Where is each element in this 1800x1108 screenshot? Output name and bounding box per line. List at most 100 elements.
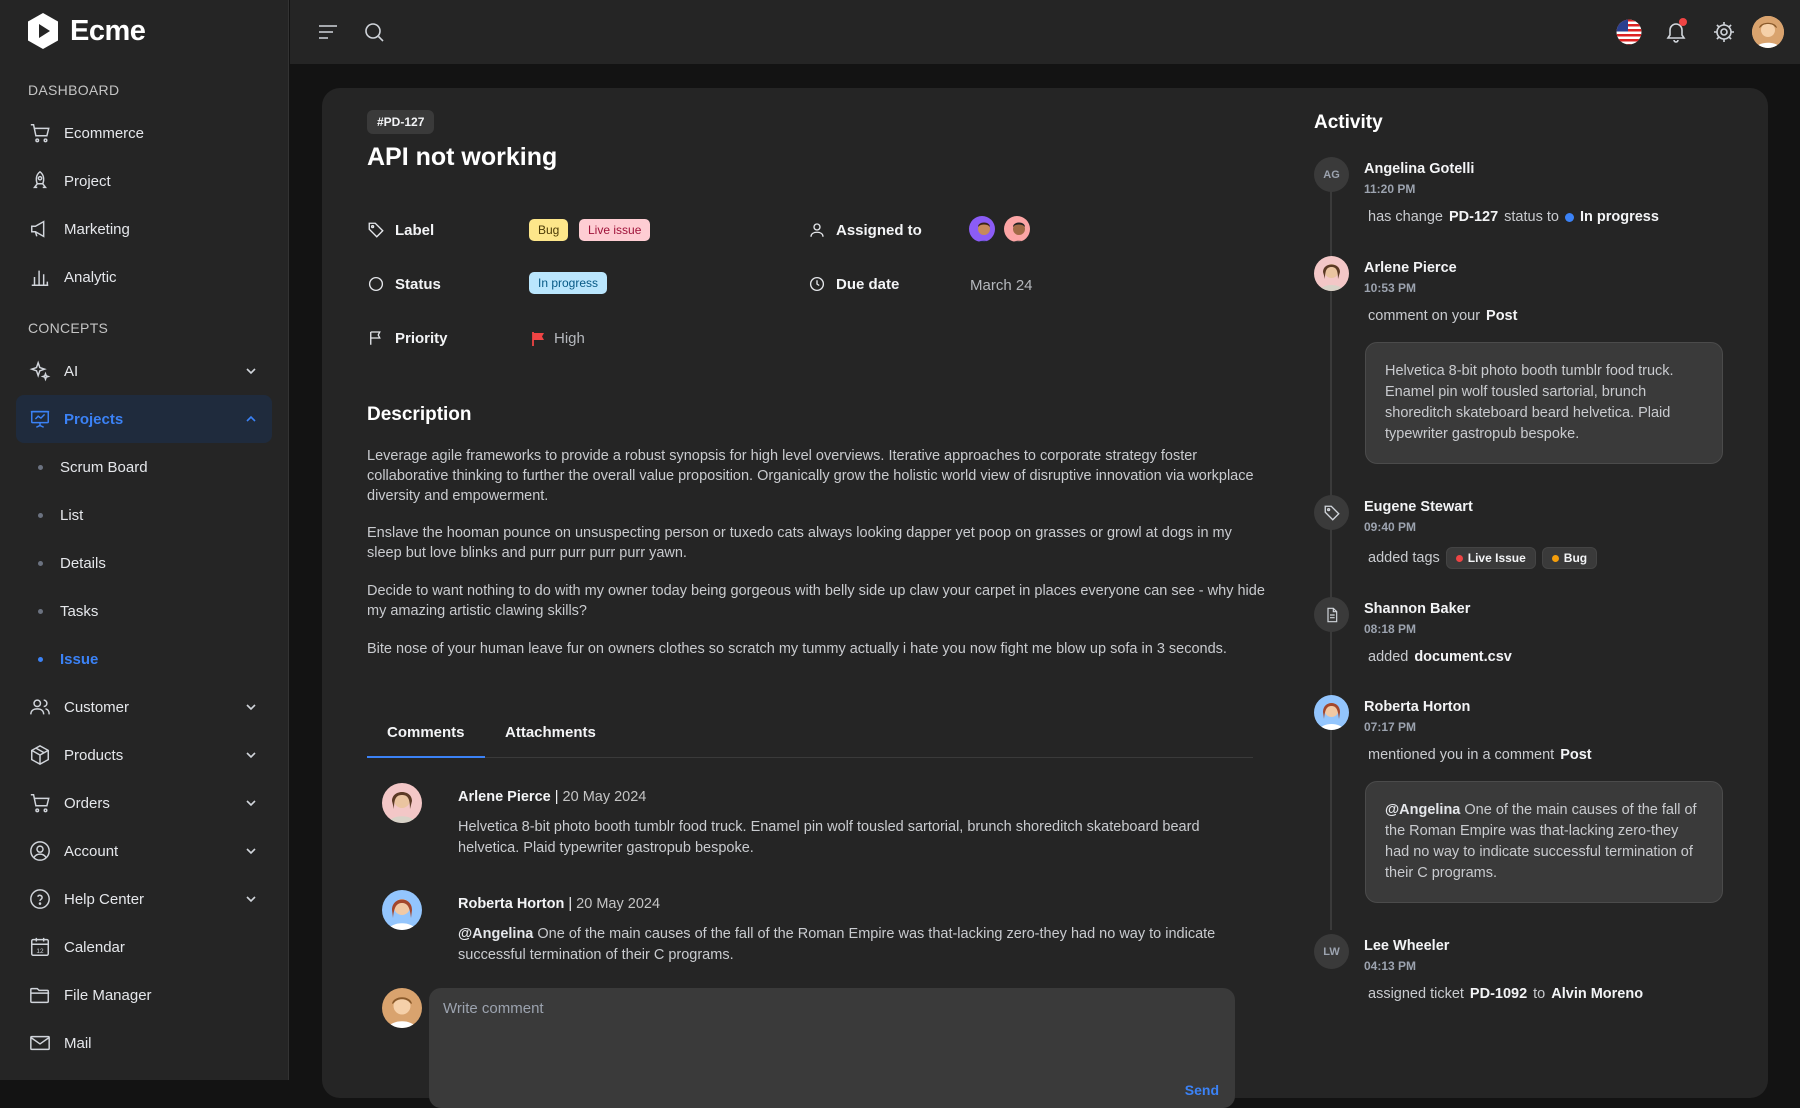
comment-placeholder: Write comment xyxy=(443,1000,544,1017)
activity-name[interactable]: Roberta Horton xyxy=(1364,699,1470,715)
comment-author[interactable]: Arlene Pierce xyxy=(458,789,551,805)
assignee-link[interactable]: Alvin Moreno xyxy=(1551,986,1643,1002)
activity-name[interactable]: Angelina Gotelli xyxy=(1364,161,1474,177)
assignee-avatar[interactable] xyxy=(967,214,997,244)
activity-text: added document.csv xyxy=(1368,649,1512,665)
label-title: Label xyxy=(395,221,435,239)
rocket-icon xyxy=(28,169,52,193)
sidebar-item-marketing[interactable]: Marketing xyxy=(16,205,272,253)
gear-icon[interactable] xyxy=(1712,20,1736,44)
chevron-down-icon xyxy=(246,848,256,855)
sidebar-item-label: Projects xyxy=(64,410,124,428)
sidebar-sub-label: Issue xyxy=(60,650,99,668)
sidebar-item-label: Analytic xyxy=(64,268,117,286)
sidebar: Ecme DASHBOARD Ecommerce Project Marketi… xyxy=(0,0,289,1080)
post-link[interactable]: Post xyxy=(1560,747,1591,763)
comment-input[interactable]: Write comment Send xyxy=(429,988,1235,1108)
ticket-link[interactable]: PD-1092 xyxy=(1470,986,1527,1002)
sidebar-item-file-manager[interactable]: File Manager xyxy=(16,971,272,1019)
help-icon xyxy=(28,887,52,911)
activity-name[interactable]: Shannon Baker xyxy=(1364,601,1470,617)
activity-verb: status to xyxy=(1504,209,1559,225)
issue-title: API not working xyxy=(367,143,558,171)
tab-comments[interactable]: Comments xyxy=(367,718,485,758)
folder-icon xyxy=(28,983,52,1007)
description-paragraph: Leverage agile frameworks to provide a r… xyxy=(367,448,1254,504)
document-icon xyxy=(1314,597,1349,632)
issue-id-badge: #PD-127 xyxy=(367,110,435,134)
activity-name[interactable]: Arlene Pierce xyxy=(1364,260,1457,276)
calendar-day: 12 xyxy=(36,948,44,955)
sidebar-item-ai[interactable]: AI xyxy=(16,347,272,395)
tag-label: Bug xyxy=(1563,551,1588,565)
menu-toggle-icon[interactable] xyxy=(316,20,340,44)
sidebar-sub-scrum-board[interactable]: Scrum Board xyxy=(16,447,272,487)
mail-icon xyxy=(28,1031,52,1055)
sidebar-item-ecommerce[interactable]: Ecommerce xyxy=(16,109,272,157)
sidebar-item-account[interactable]: Account xyxy=(16,827,272,875)
activity-verb: added xyxy=(1368,649,1409,665)
flag-icon xyxy=(532,331,544,346)
activity-name[interactable]: Lee Wheeler xyxy=(1364,938,1449,954)
sidebar-item-analytic[interactable]: Analytic xyxy=(16,253,272,301)
sparkle-icon xyxy=(28,359,52,383)
sidebar-item-label: Project xyxy=(64,172,111,190)
mention-link[interactable]: @Angelina xyxy=(458,926,533,942)
activity-verb: added tags xyxy=(1368,550,1440,566)
box-icon xyxy=(28,743,52,767)
activity-verb: comment on your xyxy=(1368,308,1481,324)
activity-name[interactable]: Eugene Stewart xyxy=(1364,499,1473,515)
tab-attachments[interactable]: Attachments xyxy=(485,718,616,758)
circle-icon xyxy=(368,276,384,292)
mention-link[interactable]: @Angelina xyxy=(1385,802,1460,818)
sidebar-item-label: Calendar xyxy=(64,938,125,956)
activity-time: 07:17 PM xyxy=(1364,720,1417,734)
sidebar-sub-label: Details xyxy=(60,554,106,572)
us-flag-icon[interactable] xyxy=(1616,19,1642,45)
sidebar-item-project[interactable]: Project xyxy=(16,157,272,205)
comment-author[interactable]: Roberta Horton xyxy=(458,896,564,912)
post-link[interactable]: Post xyxy=(1486,308,1517,324)
search-icon[interactable] xyxy=(362,20,386,44)
sidebar-item-mail[interactable]: Mail xyxy=(16,1019,272,1067)
sidebar-item-customer[interactable]: Customer xyxy=(16,683,272,731)
sidebar-item-calendar[interactable]: 12 Calendar xyxy=(16,923,272,971)
megaphone-icon xyxy=(28,217,52,241)
logo[interactable]: Ecme xyxy=(24,12,146,50)
assigned-field: Assigned to xyxy=(808,221,922,239)
activity-time: 08:18 PM xyxy=(1364,622,1417,636)
ticket-link[interactable]: PD-127 xyxy=(1449,209,1498,225)
sidebar-sub-label: Tasks xyxy=(60,602,99,620)
tag-dot xyxy=(1551,554,1559,562)
sidebar-item-orders[interactable]: Orders xyxy=(16,779,272,827)
sidebar-item-products[interactable]: Products xyxy=(16,731,272,779)
activity-time: 09:40 PM xyxy=(1364,520,1417,534)
bullet-dot xyxy=(38,609,43,614)
sidebar-sub-details[interactable]: Details xyxy=(16,543,272,583)
comment-date: 20 May 2024 xyxy=(576,896,661,912)
comment-avatar xyxy=(382,783,422,823)
activity-avatar: AG xyxy=(1314,157,1349,192)
comment-date: 20 May 2024 xyxy=(562,789,647,805)
sidebar-sub-issue[interactable]: Issue xyxy=(16,639,272,679)
user-avatar[interactable] xyxy=(1752,16,1784,48)
status-dot xyxy=(1564,212,1574,222)
chevron-down-icon xyxy=(246,800,256,807)
sidebar-item-projects[interactable]: Projects xyxy=(16,395,272,443)
tag-label: Live Issue xyxy=(1467,551,1526,565)
sidebar-item-help-center[interactable]: Help Center xyxy=(16,875,272,923)
comment-header: Arlene Pierce | 20 May 2024 xyxy=(458,789,647,805)
assignee-avatar[interactable] xyxy=(1002,214,1032,244)
activity-comment-bubble: Helvetica 8-bit photo booth tumblr food … xyxy=(1365,342,1723,464)
activity-verb: mentioned you in a comment xyxy=(1368,747,1555,763)
priority-field: Priority xyxy=(367,329,448,347)
chip-live-issue: Live issue xyxy=(579,219,651,241)
bullet-dot xyxy=(38,561,43,566)
due-title: Due date xyxy=(836,275,900,293)
activity-verb: has change xyxy=(1368,209,1443,225)
send-button[interactable]: Send xyxy=(1185,1082,1219,1098)
file-link[interactable]: document.csv xyxy=(1414,649,1512,665)
activity-text: has change PD-127 status to In progress xyxy=(1368,209,1659,225)
sidebar-sub-list[interactable]: List xyxy=(16,495,272,535)
sidebar-sub-tasks[interactable]: Tasks xyxy=(16,591,272,631)
